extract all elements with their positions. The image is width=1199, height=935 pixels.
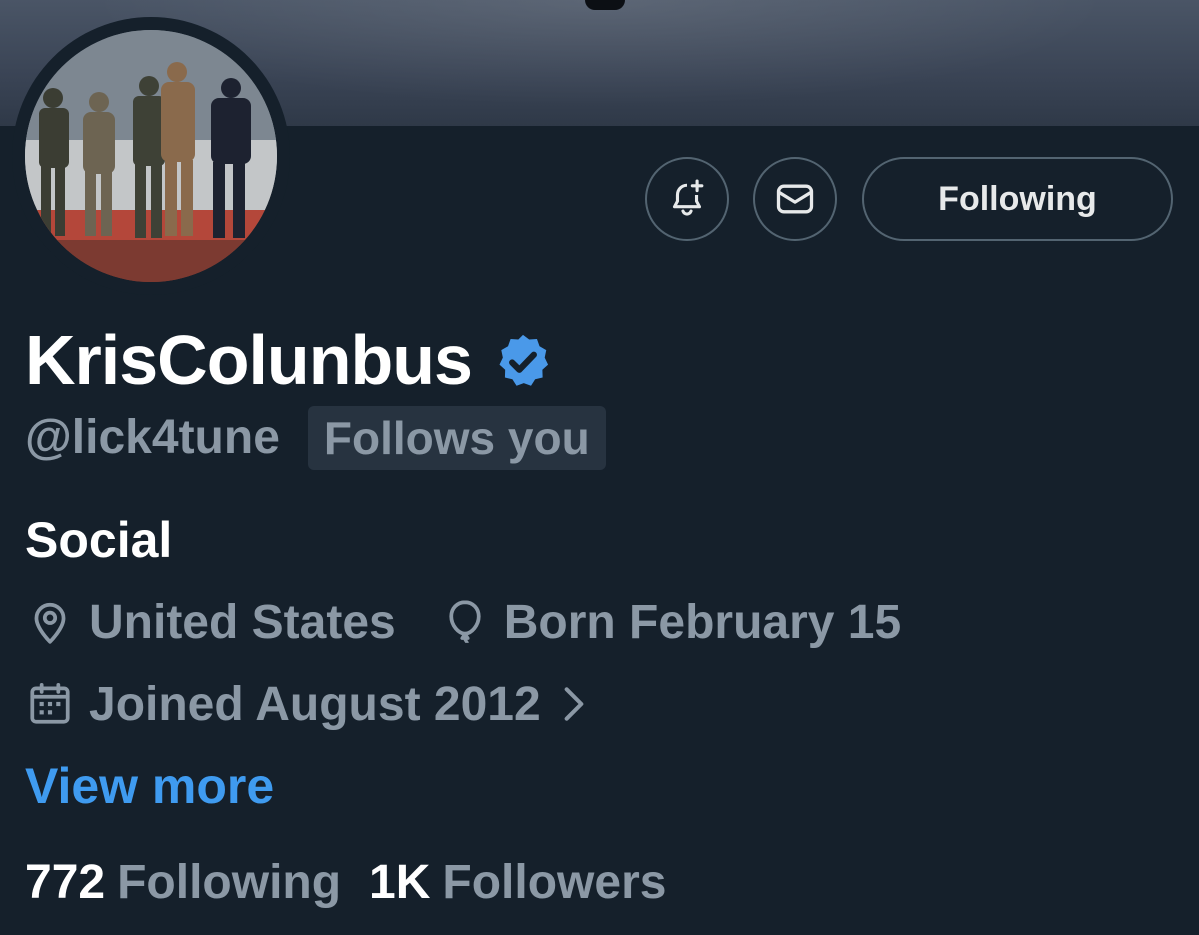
bell-plus-icon: [672, 179, 704, 216]
follow-stats: 772 Following 1K Followers: [25, 852, 666, 912]
profile-meta-row: United States Born February 15: [25, 592, 901, 652]
followers-stat[interactable]: 1K Followers: [369, 855, 666, 910]
follows-you-badge: Follows you: [307, 406, 606, 470]
verified-badge-icon[interactable]: [492, 331, 554, 393]
profile-bio: Social: [25, 512, 173, 568]
calendar-icon: [30, 682, 70, 724]
avatar[interactable]: [25, 30, 277, 282]
birthday-text: Born February 15: [503, 595, 902, 649]
joined-row[interactable]: Joined August 2012: [25, 674, 589, 734]
balloon-icon: [449, 600, 481, 644]
following-count: 772: [25, 855, 106, 909]
following-button[interactable]: Following: [862, 157, 1173, 241]
handle-row: @lick4tune Follows you: [25, 406, 606, 470]
banner-dark-shape: [585, 0, 625, 10]
location-item: United States: [25, 595, 396, 650]
location-pin-icon: [34, 602, 66, 644]
username-handle: @lick4tune: [25, 411, 280, 464]
following-label: Following: [117, 855, 342, 909]
message-button[interactable]: [753, 157, 837, 241]
following-stat[interactable]: 772 Following: [25, 855, 341, 910]
joined-item[interactable]: Joined August 2012: [25, 677, 589, 732]
joined-text: Joined August 2012: [89, 677, 541, 731]
view-more-link[interactable]: View more: [25, 756, 274, 816]
birthday-item: Born February 15: [440, 595, 901, 650]
followers-label: Followers: [442, 855, 667, 909]
avatar-photo: [25, 30, 277, 282]
name-row: KrisColunbus: [25, 320, 554, 400]
followers-count: 1K: [369, 855, 431, 909]
location-text: United States: [89, 595, 396, 649]
chevron-right-icon[interactable]: [559, 682, 589, 726]
display-name: KrisColunbus: [25, 321, 473, 399]
envelope-icon: [776, 184, 814, 214]
notifications-button[interactable]: [645, 157, 729, 241]
